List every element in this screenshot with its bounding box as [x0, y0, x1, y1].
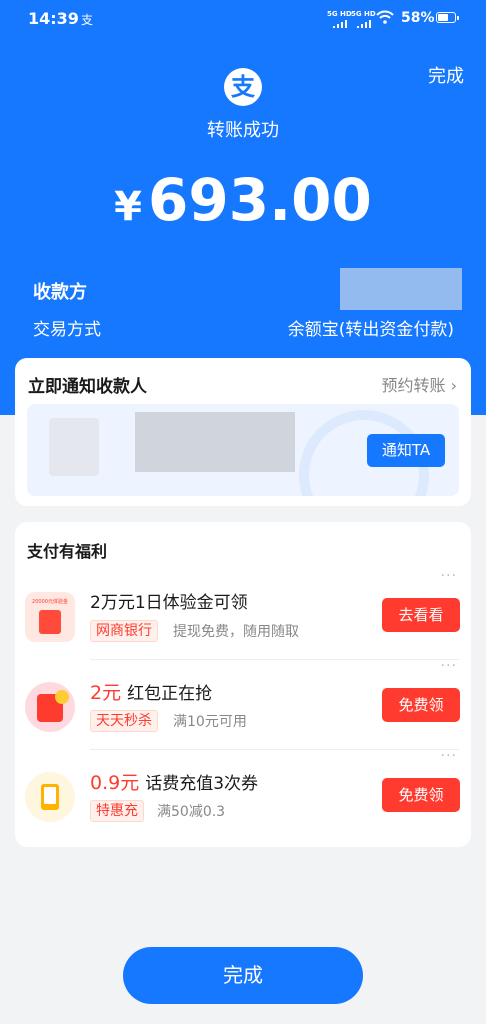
status-bar: 14:39 支 5G HD 5G HD 58% — [0, 0, 486, 38]
amount-value: 693.00 — [148, 166, 372, 234]
more-icon[interactable]: ··· — [441, 568, 457, 584]
red-packet-icon — [25, 682, 75, 732]
benefit-desc: 满50减0.3 — [157, 804, 226, 820]
battery-icon — [436, 12, 459, 23]
redacted-avatar — [49, 418, 99, 476]
more-icon[interactable]: ··· — [441, 658, 457, 674]
chevron-right-icon: › — [445, 376, 457, 395]
benefit-tag: 天天秒杀 — [90, 710, 158, 732]
benefit-desc: 满10元可用 — [173, 714, 247, 730]
signal-icon — [333, 20, 347, 28]
notify-ta-button[interactable]: 通知TA — [367, 434, 445, 467]
benefit-tag: 特惠充 — [90, 800, 144, 822]
payment-method-label: 交易方式 — [33, 320, 101, 340]
wifi-icon — [376, 10, 394, 24]
currency-symbol: ¥ — [114, 184, 142, 230]
benefit-item[interactable]: ··· 20000元体验金 2万元1日体验金可领 网商银行 提现免费，随用随取 … — [15, 568, 471, 660]
benefit-title: 2元 红包正在抢 — [90, 682, 213, 704]
payment-benefits-card: 支付有福利 ··· 20000元体验金 2万元1日体验金可领 网商银行 提现免费… — [15, 522, 471, 847]
benefit-item[interactable]: ··· 2元 红包正在抢 天天秒杀 满10元可用 免费领 — [15, 658, 471, 750]
network-label-2: 5G HD — [351, 10, 376, 18]
gift-envelope-icon: 20000元体验金 — [25, 592, 75, 642]
phone-recharge-icon — [25, 772, 75, 822]
redacted-payee — [340, 268, 462, 310]
alipay-notification-icon: 支 — [81, 13, 94, 27]
benefit-item[interactable]: ··· 0.9元 话费充值3次券 特惠充 满50减0.3 免费领 — [15, 748, 471, 840]
scheduled-transfer-link[interactable]: 预约转账 › — [382, 372, 458, 396]
status-time: 14:39 — [28, 9, 79, 28]
claim-button[interactable]: 免费领 — [382, 778, 460, 812]
transfer-amount: ¥693.00 — [0, 162, 486, 245]
benefit-tag: 网商银行 — [90, 620, 158, 642]
view-button[interactable]: 去看看 — [382, 598, 460, 632]
benefit-title: 2万元1日体验金可领 — [90, 593, 248, 613]
done-button[interactable]: 完成 — [123, 947, 363, 1004]
payment-method-value: 余额宝(转出资金付款) — [287, 320, 454, 340]
notify-title: 立即通知收款人 — [28, 377, 147, 397]
claim-button[interactable]: 免费领 — [382, 688, 460, 722]
benefit-title: 0.9元 话费充值3次券 — [90, 772, 259, 794]
battery-percent: 58% — [401, 10, 435, 26]
payee-label: 收款方 — [33, 282, 87, 303]
redacted-name — [135, 412, 295, 472]
done-button-top[interactable]: 完成 — [428, 62, 464, 88]
notify-payee-card: 立即通知收款人 预约转账 › — [15, 358, 471, 506]
alipay-logo: 支 — [224, 68, 262, 106]
network-label-1: 5G HD — [327, 10, 352, 18]
benefits-title: 支付有福利 — [27, 542, 108, 561]
transfer-status: 转账成功 — [207, 120, 279, 141]
signal-icon — [357, 20, 371, 28]
benefit-desc: 提现免费，随用随取 — [173, 624, 299, 640]
more-icon[interactable]: ··· — [441, 748, 457, 764]
